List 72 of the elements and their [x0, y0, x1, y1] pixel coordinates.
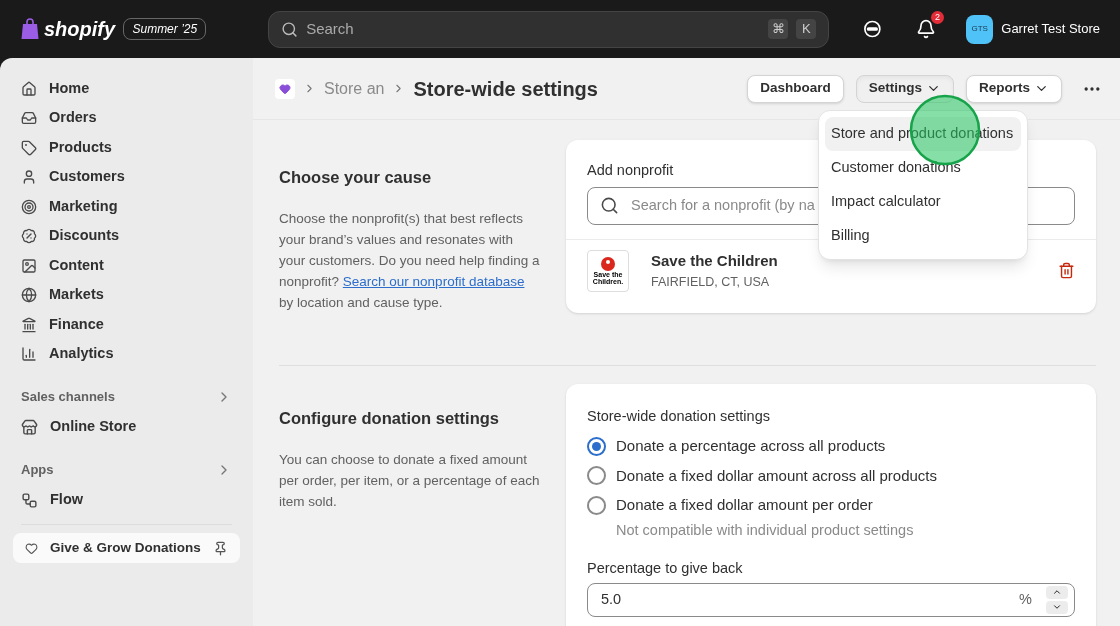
section-title: Apps	[21, 461, 54, 480]
sidebar-item[interactable]: Marketing	[13, 192, 240, 222]
sidebar-item[interactable]: Content	[13, 251, 240, 281]
radio-label: Donate a percentage across all products	[616, 436, 886, 456]
page-title: Store-wide settings	[413, 76, 599, 102]
nav-icon	[21, 198, 37, 215]
nav-icon	[21, 80, 37, 97]
app-logo[interactable]	[275, 78, 295, 99]
section-description: Choose the nonprofit(s) that best reflects your brand’s values and resonates with your customers. Do you need help finding a nonprofit? Search our nonprofit database by location and cause type.	[279, 209, 541, 312]
menu-button[interactable]: Settings	[855, 74, 954, 103]
field-value: 5.0	[601, 589, 623, 609]
search-field[interactable]: Search ⌘ K	[268, 10, 830, 48]
nav-icon	[21, 346, 37, 363]
sidebar-item[interactable]: Markets	[13, 280, 240, 310]
notifications-icon[interactable]	[916, 19, 937, 39]
menu-item[interactable]: Impact calculator	[825, 185, 1021, 219]
edition-badge: Summer ’25	[123, 18, 207, 40]
brand-logo[interactable]: shopify	[44, 14, 116, 44]
search-icon	[600, 196, 619, 216]
pin-icon[interactable]	[213, 540, 228, 556]
radio-button[interactable]	[587, 495, 606, 515]
nav-icon	[21, 287, 37, 304]
app-icon	[21, 491, 38, 509]
radio-label: Donate a fixed dollar amount across all products	[616, 465, 937, 486]
heart-icon	[279, 82, 291, 95]
app-icon	[21, 418, 38, 436]
heart-icon	[25, 541, 38, 555]
dashboard-button[interactable]: Dashboard	[747, 74, 844, 103]
group-label: Store-wide donation settings	[587, 406, 771, 426]
field-label: Add nonprofit	[587, 161, 674, 180]
radio-button[interactable]	[587, 436, 606, 456]
sidebar-item[interactable]: Customers	[13, 162, 240, 192]
nav-icon	[21, 228, 37, 245]
sidebar-item[interactable]: Flow	[13, 485, 240, 515]
search-icon	[281, 20, 299, 38]
search-placeholder: Search for a nonprofit (by na	[631, 195, 815, 215]
shopping-bag-icon	[20, 18, 40, 40]
section-title: Sales channels	[21, 388, 115, 407]
notification-count: 2	[931, 11, 945, 24]
field-label: Percentage to give back	[587, 559, 744, 578]
shortcut-key: ⌘	[768, 19, 789, 39]
menu-button[interactable]: Reports	[966, 74, 1062, 103]
nav-icon	[21, 316, 37, 333]
sidebar-item[interactable]: Products	[13, 133, 240, 163]
sidebar-item[interactable]: Discounts	[13, 221, 240, 251]
sidebar-item[interactable]: Analytics	[13, 339, 240, 369]
section-description: You can choose to donate a fixed amount per order, per item, or a percentage of each item sold.	[279, 450, 541, 511]
help-text: Not compatible with individual product settings	[615, 521, 915, 540]
nav-icon	[21, 110, 37, 127]
sidebar-item[interactable]: Orders	[13, 103, 240, 133]
nav-icon	[21, 169, 37, 186]
store-name[interactable]: Garret Test Store	[1001, 19, 1100, 39]
shortcut-key: K	[796, 19, 817, 39]
store-avatar[interactable]: GTS	[966, 14, 994, 44]
sidebar-item[interactable]: Online Store	[13, 412, 240, 442]
search-placeholder: Search	[306, 18, 355, 39]
sidebar-item[interactable]: Finance	[13, 310, 240, 340]
nav-icon	[21, 139, 37, 156]
nonprofit-location: FAIRFIELD, CT, USA	[651, 273, 771, 291]
field-suffix: %	[1019, 589, 1032, 609]
pinned-app-item[interactable]: Give & Grow Donations	[13, 533, 240, 563]
section-heading: Choose your cause	[279, 167, 433, 188]
menu-item[interactable]: Billing	[825, 219, 1021, 253]
menu-item[interactable]: Customer donations	[825, 151, 1021, 185]
delete-icon[interactable]	[1058, 262, 1075, 280]
nonprofit-name: Save the Children	[651, 251, 779, 272]
section-heading: Configure donation settings	[279, 407, 500, 429]
radio-label: Donate a fixed dollar amount per order	[616, 495, 873, 515]
nav-icon	[21, 257, 37, 274]
database-link[interactable]: Search our nonprofit database	[342, 273, 525, 289]
radio-button[interactable]	[587, 466, 606, 486]
sidebar-item[interactable]: Home	[13, 74, 240, 104]
